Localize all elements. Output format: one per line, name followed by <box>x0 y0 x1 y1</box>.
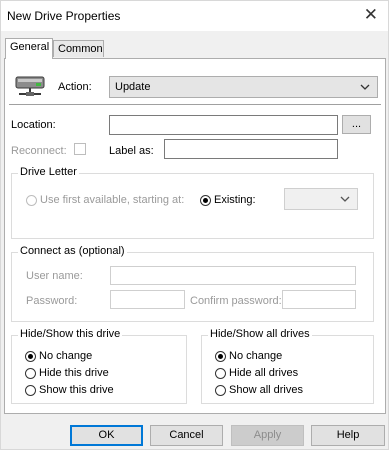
use-first-available-label: Use first available, starting at: <box>40 194 185 206</box>
chevron-down-icon <box>340 196 350 202</box>
cancel-button[interactable]: Cancel <box>150 425 223 446</box>
existing-label: Existing: <box>214 194 256 206</box>
confirm-password-label: Confirm password: <box>190 295 282 307</box>
existing-drive-select[interactable] <box>284 188 358 210</box>
hide-this-drive-option[interactable]: Hide this drive <box>25 367 109 379</box>
general-tab-panel: Action: Update Location: ... Reconnect: … <box>4 58 386 414</box>
label-as-label: Label as: <box>109 145 154 157</box>
show-this-drive-option[interactable]: Show this drive <box>25 384 114 396</box>
label-as-input[interactable] <box>164 139 338 159</box>
drive-properties-dialog: New Drive Properties ✕ General Common Ac… <box>0 0 389 450</box>
hide-all-drives-radio[interactable] <box>215 367 226 379</box>
connect-as-group: Connect as (optional) User name: Passwor… <box>11 245 374 322</box>
all-no-change-radio[interactable] <box>215 350 226 362</box>
tab-general[interactable]: General <box>5 38 53 59</box>
action-select[interactable]: Update <box>109 76 378 98</box>
use-first-available-radio[interactable] <box>26 194 37 206</box>
reconnect-checkbox[interactable] <box>74 143 86 155</box>
help-button[interactable]: Help <box>311 425 385 446</box>
location-label: Location: <box>11 119 56 131</box>
drive-no-change-label: No change <box>39 350 93 362</box>
existing-radio[interactable] <box>200 194 211 206</box>
username-input[interactable] <box>110 266 356 285</box>
reconnect-label: Reconnect: <box>11 145 67 157</box>
tab-common[interactable]: Common <box>53 40 104 57</box>
connect-as-title: Connect as (optional) <box>18 245 127 257</box>
network-drive-icon <box>15 76 45 96</box>
all-no-change-label: No change <box>229 350 283 362</box>
confirm-password-input[interactable] <box>282 290 356 309</box>
title-bar: New Drive Properties ✕ <box>1 1 388 31</box>
location-input[interactable] <box>109 115 338 135</box>
all-no-change-option[interactable]: No change <box>215 350 282 362</box>
show-all-drives-option[interactable]: Show all drives <box>215 384 303 396</box>
action-label: Action: <box>58 81 92 93</box>
show-this-drive-radio[interactable] <box>25 384 36 396</box>
header-separator <box>9 104 381 106</box>
close-icon[interactable]: ✕ <box>364 5 378 25</box>
action-select-value: Update <box>115 81 151 93</box>
password-label: Password: <box>26 295 78 307</box>
password-input[interactable] <box>110 290 185 309</box>
ok-button[interactable]: OK <box>70 425 143 446</box>
hide-this-drive-label: Hide this drive <box>39 367 109 379</box>
chevron-down-icon <box>360 84 370 90</box>
use-first-available-option[interactable]: Use first available, starting at: <box>26 194 184 206</box>
drive-no-change-radio[interactable] <box>25 350 36 362</box>
drive-letter-group: Drive Letter Use first available, starti… <box>11 166 374 239</box>
hide-show-all-group: Hide/Show all drives No change Hide all … <box>201 328 374 404</box>
hide-all-drives-label: Hide all drives <box>229 367 299 379</box>
hide-all-drives-option[interactable]: Hide all drives <box>215 367 298 379</box>
browse-button[interactable]: ... <box>342 115 371 134</box>
show-this-drive-label: Show this drive <box>39 384 114 396</box>
hide-this-drive-radio[interactable] <box>25 367 36 379</box>
username-label: User name: <box>26 270 83 282</box>
show-all-drives-radio[interactable] <box>215 384 226 396</box>
existing-option[interactable]: Existing: <box>200 194 256 206</box>
drive-letter-title: Drive Letter <box>18 166 79 178</box>
hide-show-drive-group: Hide/Show this drive No change Hide this… <box>11 328 187 404</box>
show-all-drives-label: Show all drives <box>229 384 303 396</box>
hide-show-all-title: Hide/Show all drives <box>208 328 312 340</box>
apply-button[interactable]: Apply <box>231 425 304 446</box>
drive-no-change-option[interactable]: No change <box>25 350 92 362</box>
window-title: New Drive Properties <box>7 9 121 23</box>
hide-show-drive-title: Hide/Show this drive <box>18 328 123 340</box>
